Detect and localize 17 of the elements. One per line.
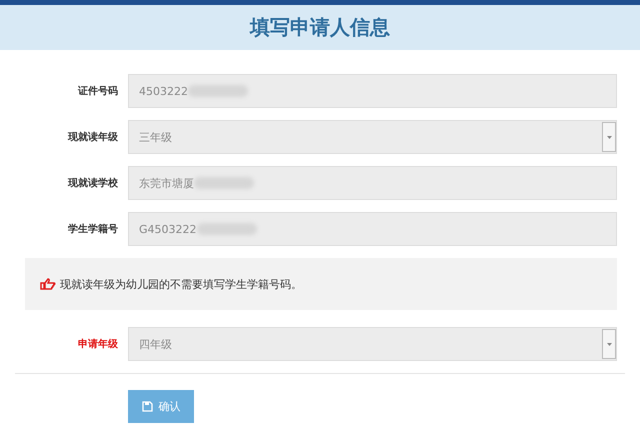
dropdown-icon[interactable] <box>602 122 616 152</box>
field-label: 证件号码 <box>76 84 119 98</box>
field-label: 现就读年级 <box>66 130 119 144</box>
select-field[interactable]: 四年级 <box>128 327 617 361</box>
field-label: 学生学籍号 <box>67 222 119 236</box>
field-label: 现就读学校 <box>66 176 119 190</box>
dialog-title: 填写申请人信息 <box>250 14 390 41</box>
select-field[interactable]: 三年级 <box>128 120 617 154</box>
notice-text: 现就读年级为幼儿园的不需要填写学生学籍号码。 <box>60 276 302 292</box>
field-label: 申请年级 <box>77 338 119 351</box>
confirm-button[interactable]: 确认 <box>128 390 194 423</box>
dropdown-icon[interactable] <box>602 329 616 359</box>
input-field[interactable]: G4503222 <box>128 212 617 246</box>
pointing-hand-icon <box>40 278 56 290</box>
save-icon <box>142 401 152 412</box>
input-field[interactable]: 东莞市塘厦 <box>128 166 617 200</box>
input-field[interactable]: 4503222 <box>128 74 617 108</box>
